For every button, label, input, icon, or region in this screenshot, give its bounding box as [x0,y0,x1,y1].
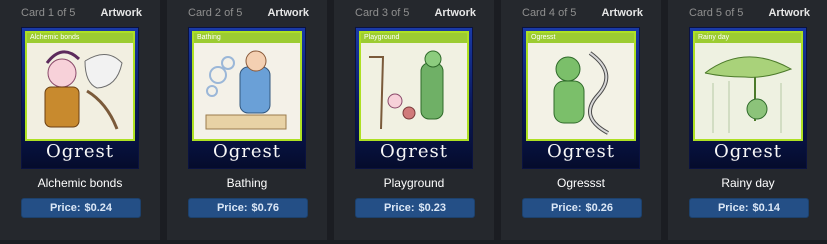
price-value: $0.26 [585,202,614,214]
card-logo: Ogrest [212,141,281,162]
card-name: Rainy day [721,176,775,190]
card-title-strip: Alchemic bonds [27,33,133,43]
card-mini-title: Alchemic bonds [30,34,80,41]
card-art-illustration [27,43,133,139]
trading-card-image[interactable]: Rainy day Ogrest [689,27,807,169]
artwork-link[interactable]: Artwork [601,7,643,19]
card-art-illustration [695,43,801,139]
card-mini-title: Ogresst [531,34,556,41]
price-value: $0.76 [251,202,280,214]
artwork-link[interactable]: Artwork [267,7,309,19]
price-button[interactable]: Price: $0.76 [188,198,308,218]
price-label: Price: [383,202,415,214]
card-art-illustration [194,43,300,139]
card-title-strip: Bathing [194,33,300,43]
price-label: Price: [216,202,248,214]
card-logo: Ogrest [45,141,114,162]
card-title-strip: Ogresst [528,33,634,43]
card-panel-2: Card 2 of 5 Artwork Bathing Ogrest Bathi… [167,0,327,240]
card-counter: Card 4 of 5 [522,7,577,19]
price-value: $0.14 [752,202,781,214]
artwork-link[interactable]: Artwork [768,7,810,19]
card-panel-3: Card 3 of 5 Artwork Playground Ogrest Pl… [334,0,494,240]
card-panel-4: Card 4 of 5 Artwork Ogresst Ogrest Ogres… [501,0,661,240]
price-label: Price: [550,202,582,214]
card-panel-5: Card 5 of 5 Artwork Rainy day Ogrest Rai… [668,0,827,240]
card-title-strip: Rainy day [695,33,801,43]
card-art-illustration [528,43,634,139]
card-mini-title: Playground [364,34,400,41]
price-value: $0.24 [84,202,113,214]
card-name: Alchemic bonds [37,176,123,190]
card-art-frame: Alchemic bonds [25,31,135,141]
price-button[interactable]: Price: $0.24 [21,198,141,218]
card-panel-1: Card 1 of 5 Artwork Alchemic bonds Ogres… [0,0,160,240]
card-art-frame: Bathing [192,31,302,141]
card-counter: Card 2 of 5 [188,7,243,19]
card-art-frame: Playground [359,31,469,141]
card-counter: Card 1 of 5 [21,7,76,19]
trading-card-image[interactable]: Bathing Ogrest [188,27,306,169]
artwork-link[interactable]: Artwork [434,7,476,19]
card-logo: Ogrest [546,141,615,162]
card-name: Bathing [226,176,268,190]
card-art-illustration [361,43,467,139]
card-name: Playground [383,176,445,190]
card-logo: Ogrest [713,141,782,162]
price-label: Price: [49,202,81,214]
card-mini-title: Bathing [197,34,221,41]
trading-card-row: Card 1 of 5 Artwork Alchemic bonds Ogres… [0,0,827,244]
price-button[interactable]: Price: $0.14 [689,198,809,218]
card-logo: Ogrest [379,141,448,162]
card-counter: Card 3 of 5 [355,7,410,19]
card-title-strip: Playground [361,33,467,43]
price-button[interactable]: Price: $0.26 [522,198,642,218]
card-art-frame: Ogresst [526,31,636,141]
card-mini-title: Rainy day [698,34,730,41]
card-counter: Card 5 of 5 [689,7,744,19]
price-button[interactable]: Price: $0.23 [355,198,475,218]
trading-card-image[interactable]: Alchemic bonds Ogrest [21,27,139,169]
card-art-frame: Rainy day [693,31,803,141]
card-name: Ogressst [556,176,605,190]
price-value: $0.23 [418,202,447,214]
trading-card-image[interactable]: Playground Ogrest [355,27,473,169]
artwork-link[interactable]: Artwork [100,7,142,19]
price-label: Price: [717,202,749,214]
trading-card-image[interactable]: Ogresst Ogrest [522,27,640,169]
